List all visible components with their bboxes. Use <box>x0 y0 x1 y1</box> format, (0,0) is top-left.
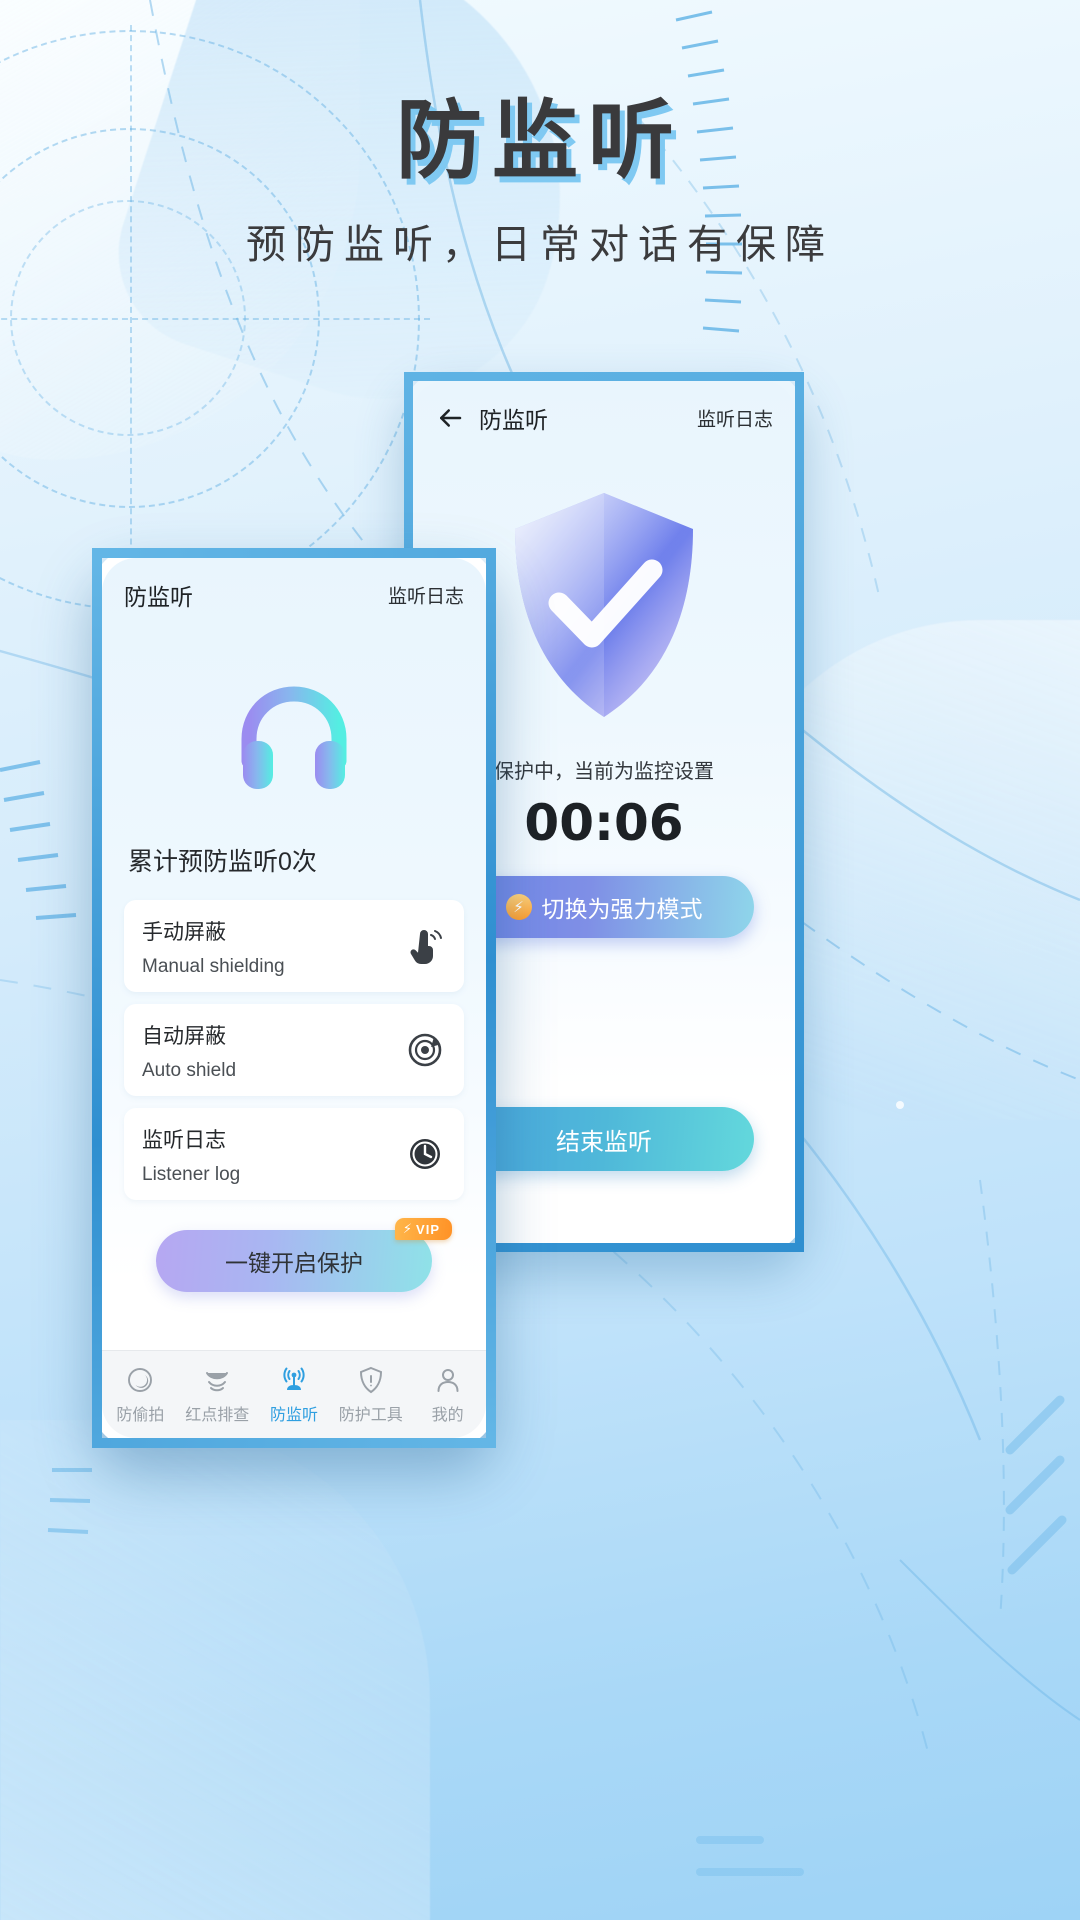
end-monitor-button[interactable]: 结束监听 <box>454 1107 754 1171</box>
list-item-manual-shielding[interactable]: 手动屏蔽 Manual shielding <box>124 900 464 992</box>
switch-strong-mode-label: 切换为强力模式 <box>541 896 703 922</box>
front-phone-title: 防监听 <box>124 584 193 610</box>
switch-strong-mode-button[interactable]: ⚡ 切换为强力模式 <box>454 876 754 938</box>
clock-icon <box>404 1133 446 1175</box>
list-item-listener-log[interactable]: 监听日志 Listener log <box>124 1108 464 1200</box>
radar-crosshair-h <box>0 318 430 320</box>
vip-badge: ⚡ VIP <box>394 1218 452 1240</box>
page-title: 防监听 <box>396 91 684 191</box>
radar-target-icon <box>404 1029 446 1071</box>
poster-headline-group: 防监听 预防监听，日常对话有保障 <box>0 96 1080 270</box>
list-item-title: 自动屏蔽 <box>142 1025 226 1048</box>
poster-stage: 防监听 预防监听，日常对话有保障 防监听 监听日志 保护中，当前为监控设置 00… <box>0 0 1080 1920</box>
tab-label: 红点排查 <box>185 1406 250 1424</box>
back-phone-log-link[interactable]: 监听日志 <box>697 405 773 432</box>
bottom-tab-bar: 防偷拍 红点排查 防监听 防护工具 我的 <box>102 1350 486 1438</box>
vip-badge-label: VIP <box>416 1221 440 1237</box>
tab-protection-tools[interactable]: 防护工具 <box>332 1365 409 1425</box>
list-item-subtitle: Manual shielding <box>142 956 285 977</box>
list-item-subtitle: Auto shield <box>142 1060 237 1081</box>
cta-container: 一键开启保护 ⚡ VIP <box>102 1212 486 1292</box>
list-item-subtitle: Listener log <box>142 1164 241 1185</box>
enable-protection-label: 一键开启保护 <box>225 1250 363 1276</box>
enable-protection-button[interactable]: 一键开启保护 <box>156 1230 432 1292</box>
arrow-left-icon[interactable] <box>435 403 465 433</box>
front-phone-screen: 防监听 监听日志 累计预防监听0次 手动屏蔽 Manual shielding … <box>102 558 486 1438</box>
signal-tower-icon <box>279 1365 309 1395</box>
end-monitor-label: 结束监听 <box>556 1128 652 1156</box>
back-phone-header: 防监听 监听日志 <box>413 381 795 455</box>
eye-scan-icon <box>202 1365 232 1395</box>
page-subtitle: 预防监听，日常对话有保障 <box>246 223 834 268</box>
front-phone-header: 防监听 监听日志 <box>102 558 486 632</box>
tab-mine[interactable]: 我的 <box>409 1365 486 1425</box>
tab-label: 防护工具 <box>338 1406 403 1424</box>
phone-mockup-front: 防监听 监听日志 累计预防监听0次 手动屏蔽 Manual shielding … <box>92 548 496 1448</box>
tab-anti-candid[interactable]: 防偷拍 <box>102 1365 179 1425</box>
tap-hand-icon <box>404 925 446 967</box>
tab-label: 防监听 <box>269 1406 318 1424</box>
tab-red-dot-scan[interactable]: 红点排查 <box>179 1365 256 1425</box>
headphone-icon <box>102 632 486 842</box>
person-icon <box>433 1365 463 1395</box>
front-phone-log-link[interactable]: 监听日志 <box>388 582 464 609</box>
list-item-title: 手动屏蔽 <box>142 921 226 944</box>
back-phone-title: 防监听 <box>479 407 548 433</box>
prevention-count-text: 累计预防监听0次 <box>128 848 317 876</box>
tab-label: 防偷拍 <box>116 1406 165 1424</box>
lightning-icon: ⚡ <box>402 1221 414 1236</box>
feature-list: 手动屏蔽 Manual shielding 自动屏蔽 Auto shield 监… <box>102 900 486 1212</box>
lightning-bolt-icon: ⚡ <box>505 894 532 920</box>
tab-label: 我的 <box>431 1406 464 1424</box>
tab-anti-eavesdrop[interactable]: 防监听 <box>256 1365 333 1425</box>
list-item-title: 监听日志 <box>142 1129 226 1152</box>
front-phone-spacer <box>102 1292 486 1350</box>
list-item-auto-shield[interactable]: 自动屏蔽 Auto shield <box>124 1004 464 1096</box>
shield-icon <box>356 1365 386 1395</box>
bg-blob-4 <box>0 1420 430 1920</box>
camera-eye-icon <box>125 1365 155 1395</box>
